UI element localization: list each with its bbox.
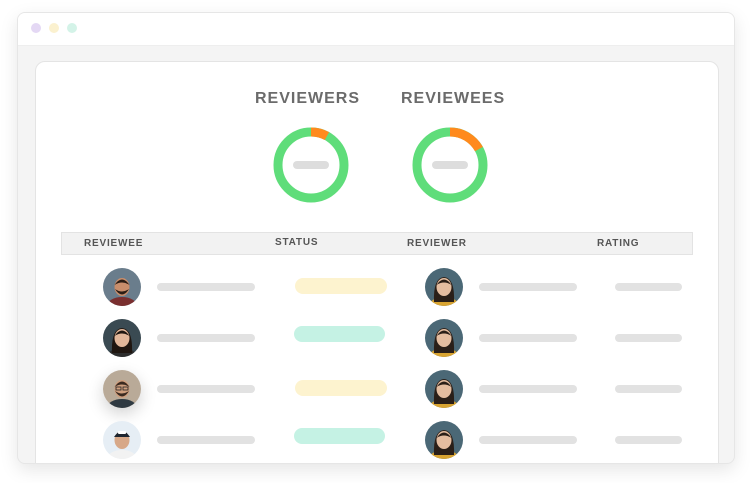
reviewer-name-placeholder — [479, 385, 577, 393]
avatar-man-glasses-icon[interactable] — [103, 370, 141, 408]
reviewees-progress-donut — [412, 127, 488, 203]
rating-placeholder — [615, 334, 682, 342]
reviewee-name-placeholder — [157, 334, 255, 342]
rating-placeholder — [615, 283, 682, 291]
table-row[interactable] — [62, 313, 690, 363]
window-dot-2[interactable] — [49, 23, 59, 33]
reviewers-heading: REVIEWERS — [255, 90, 361, 107]
window-dot-1[interactable] — [31, 23, 41, 33]
donut-progress-arc — [449, 127, 483, 152]
table-row[interactable] — [62, 364, 690, 414]
reviewee-name-placeholder — [157, 436, 255, 444]
reviewer-name-placeholder — [479, 436, 577, 444]
review-card: REVIEWERS REVIEWEES REVIEWEE STATUS REVI… — [35, 61, 719, 463]
column-reviewee[interactable]: REVIEWEE — [84, 238, 143, 249]
title-bar — [18, 13, 734, 46]
table-row[interactable] — [62, 262, 690, 312]
reviewer-name-placeholder — [479, 334, 577, 342]
status-badge — [294, 428, 385, 444]
column-reviewer[interactable]: REVIEWER — [407, 238, 467, 249]
column-rating[interactable]: RATING — [597, 238, 639, 249]
reviewer-name-placeholder — [479, 283, 577, 291]
donut-value-placeholder — [432, 161, 468, 169]
reviewee-name-placeholder — [157, 283, 255, 291]
app-window: REVIEWERS REVIEWEES REVIEWEE STATUS REVI… — [17, 12, 735, 464]
rating-placeholder — [615, 385, 682, 393]
window-dot-3[interactable] — [67, 23, 77, 33]
avatar-woman-icon[interactable] — [425, 370, 463, 408]
avatar-man-beard-icon[interactable] — [103, 268, 141, 306]
avatar-woman-icon[interactable] — [425, 268, 463, 306]
column-status[interactable]: STATUS — [275, 237, 318, 248]
rating-placeholder — [615, 436, 682, 444]
avatar-woman-icon[interactable] — [425, 319, 463, 357]
table-row[interactable] — [62, 415, 690, 463]
avatar-man-cap-icon[interactable] — [103, 421, 141, 459]
status-badge — [294, 326, 385, 342]
status-badge — [295, 380, 387, 396]
reviewees-heading: REVIEWEES — [401, 90, 506, 107]
table-header: REVIEWEE STATUS REVIEWER RATING — [61, 232, 693, 255]
reviewee-name-placeholder — [157, 385, 255, 393]
avatar-woman-icon[interactable] — [425, 421, 463, 459]
donut-value-placeholder — [293, 161, 329, 169]
avatar-woman-curly-icon[interactable] — [103, 319, 141, 357]
status-badge — [295, 278, 387, 294]
reviewers-progress-donut — [273, 127, 349, 203]
donut-progress-arc — [310, 127, 330, 141]
